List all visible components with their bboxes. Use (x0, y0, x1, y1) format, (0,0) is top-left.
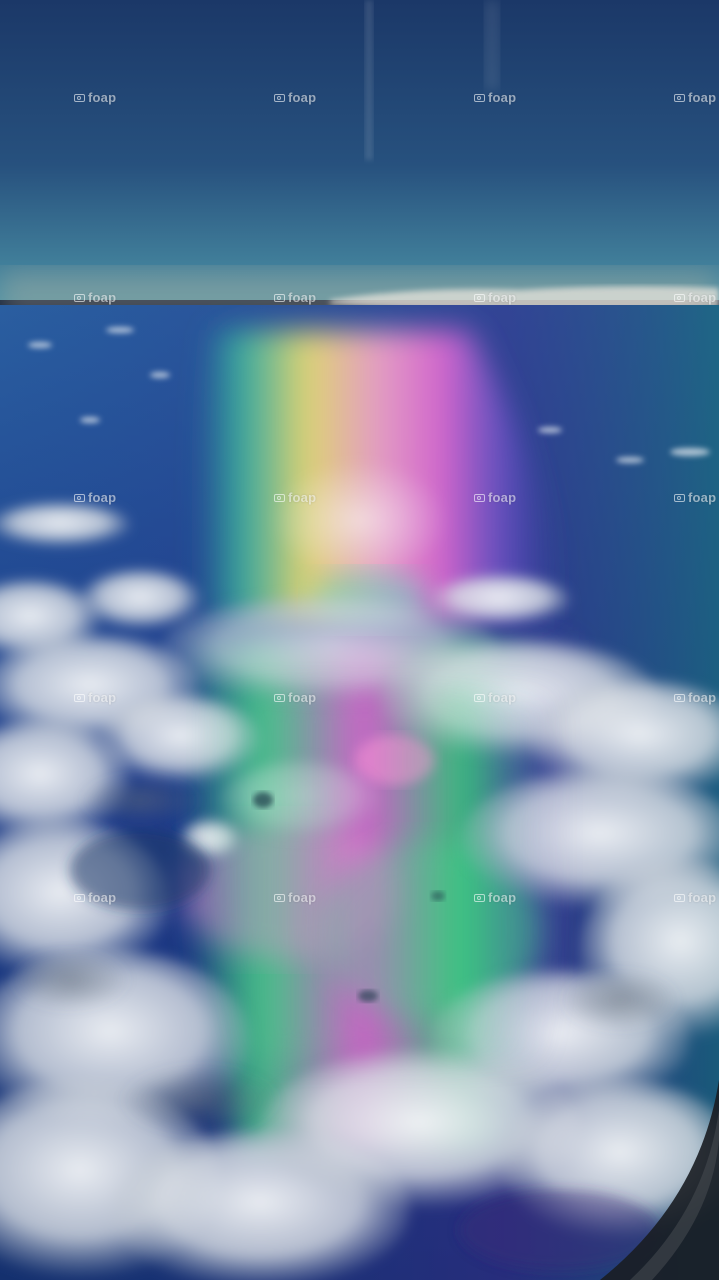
foap-watermark: foap (74, 690, 116, 705)
camera-icon (474, 93, 485, 102)
foap-watermark: foap (474, 890, 516, 905)
camera-icon (674, 293, 685, 302)
camera-icon (74, 293, 85, 302)
aerial-photo-image (0, 0, 719, 1280)
foap-watermark: foap (674, 290, 716, 305)
camera-icon (74, 693, 85, 702)
aerial-rainbow-photo: foap foap foap foap foap foap foap foap … (0, 0, 719, 1280)
camera-icon (74, 493, 85, 502)
camera-icon (274, 493, 285, 502)
camera-icon (274, 693, 285, 702)
foap-watermark: foap (274, 290, 316, 305)
camera-icon (674, 893, 685, 902)
foap-watermark: foap (674, 690, 716, 705)
foap-watermark: foap (474, 490, 516, 505)
foap-watermark: foap (474, 90, 516, 105)
camera-icon (474, 693, 485, 702)
camera-icon (74, 893, 85, 902)
foap-watermark: foap (274, 890, 316, 905)
foap-watermark: foap (674, 490, 716, 505)
foap-watermark: foap (74, 90, 116, 105)
camera-icon (274, 93, 285, 102)
foap-watermark: foap (474, 690, 516, 705)
camera-icon (274, 293, 285, 302)
camera-icon (474, 893, 485, 902)
foap-watermark: foap (74, 290, 116, 305)
foap-watermark: foap (274, 490, 316, 505)
camera-icon (674, 493, 685, 502)
camera-icon (674, 93, 685, 102)
camera-icon (674, 693, 685, 702)
camera-icon (274, 893, 285, 902)
camera-icon (474, 493, 485, 502)
foap-watermark: foap (474, 290, 516, 305)
foap-watermark: foap (74, 490, 116, 505)
foap-watermark: foap (674, 890, 716, 905)
camera-icon (74, 93, 85, 102)
foap-watermark: foap (274, 90, 316, 105)
foap-watermark: foap (274, 690, 316, 705)
camera-icon (474, 293, 485, 302)
foap-watermark: foap (74, 890, 116, 905)
foap-watermark: foap (674, 90, 716, 105)
